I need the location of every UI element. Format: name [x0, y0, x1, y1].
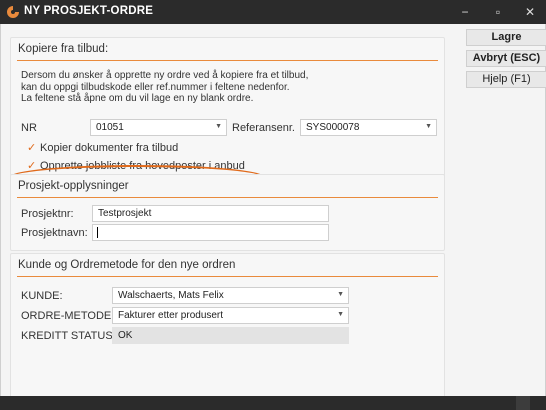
nr-value: 01051: [96, 122, 124, 133]
group-divider: [17, 60, 438, 61]
cancel-button[interactable]: Avbryt (ESC): [466, 50, 546, 67]
ref-select[interactable]: SYS000078 ▼: [300, 119, 437, 136]
customer-select[interactable]: Walschaerts, Mats Felix ▼: [112, 287, 349, 304]
project-number-label: Prosjektnr:: [21, 208, 74, 220]
project-group-title: Prosjekt-opplysninger: [18, 180, 129, 192]
nr-select[interactable]: 01051 ▼: [90, 119, 227, 136]
customer-group-title: Kunde og Ordremetode for den nye ordren: [18, 259, 236, 271]
chevron-down-icon: ▼: [425, 123, 432, 130]
order-logo-icon: [7, 6, 19, 18]
copy-info-text: Dersom du ønsker å opprette ny ordre ved…: [21, 70, 308, 105]
info-line: Dersom du ønsker å opprette ny ordre ved…: [21, 70, 309, 81]
project-number-value: Testprosjekt: [98, 208, 152, 219]
credit-status-field: OK: [112, 327, 349, 344]
nr-label: NR: [21, 122, 37, 134]
window-title: NY PROSJEKT-ORDRE: [24, 5, 154, 17]
group-divider: [17, 197, 438, 198]
ref-value: SYS000078: [306, 122, 360, 133]
copy-documents-checkbox[interactable]: ✓ Kopier dokumenter fra tilbud: [27, 141, 178, 154]
ref-label: Referansenr.: [232, 122, 295, 134]
project-number-input[interactable]: Testprosjekt: [92, 205, 329, 222]
help-button[interactable]: Hjelp (F1): [466, 71, 546, 88]
dialog-body: Kopiere fra tilbud: Dersom du ønsker å o…: [0, 24, 546, 403]
credit-status-value: OK: [118, 330, 133, 341]
copy-documents-label: Kopier dokumenter fra tilbud: [40, 142, 179, 154]
title-bar: NY PROSJEKT-ORDRE − ▫ ✕: [0, 0, 546, 24]
project-info-group: Prosjekt-opplysninger Prosjektnr: Testpr…: [10, 174, 445, 251]
customer-label: KUNDE:: [21, 290, 63, 302]
text-cursor: [97, 227, 98, 238]
copy-group-title: Kopiere fra tilbud:: [18, 43, 109, 55]
credit-status-label: KREDITT STATUS:: [21, 330, 116, 342]
chevron-down-icon: ▼: [337, 311, 344, 318]
bottom-bar: [0, 396, 546, 410]
customer-method-group: Kunde og Ordremetode for den nye ordren …: [10, 253, 445, 403]
customer-value: Walschaerts, Mats Felix: [118, 290, 224, 301]
minimize-button[interactable]: −: [449, 0, 481, 24]
bottom-bar-segment: [516, 396, 530, 410]
project-name-input[interactable]: [92, 224, 329, 241]
order-method-select[interactable]: Fakturer etter produsert ▼: [112, 307, 349, 324]
checkmark-icon: ✓: [27, 142, 37, 154]
project-name-label: Prosjektnavn:: [21, 227, 88, 239]
chevron-down-icon: ▼: [215, 123, 222, 130]
close-button[interactable]: ✕: [514, 0, 546, 24]
copy-from-offer-group: Kopiere fra tilbud: Dersom du ønsker å o…: [10, 37, 445, 184]
info-line: La feltene stå åpne om du vil lage en ny…: [21, 93, 254, 104]
info-line: kan du oppgi tilbudskode eller ref.numme…: [21, 81, 290, 93]
save-button[interactable]: Lagre: [466, 29, 546, 46]
order-method-label: ORDRE-METODE:: [21, 310, 115, 322]
group-divider: [17, 276, 438, 277]
chevron-down-icon: ▼: [337, 291, 344, 298]
order-method-value: Fakturer etter produsert: [118, 310, 224, 321]
maximize-button[interactable]: ▫: [482, 0, 514, 24]
